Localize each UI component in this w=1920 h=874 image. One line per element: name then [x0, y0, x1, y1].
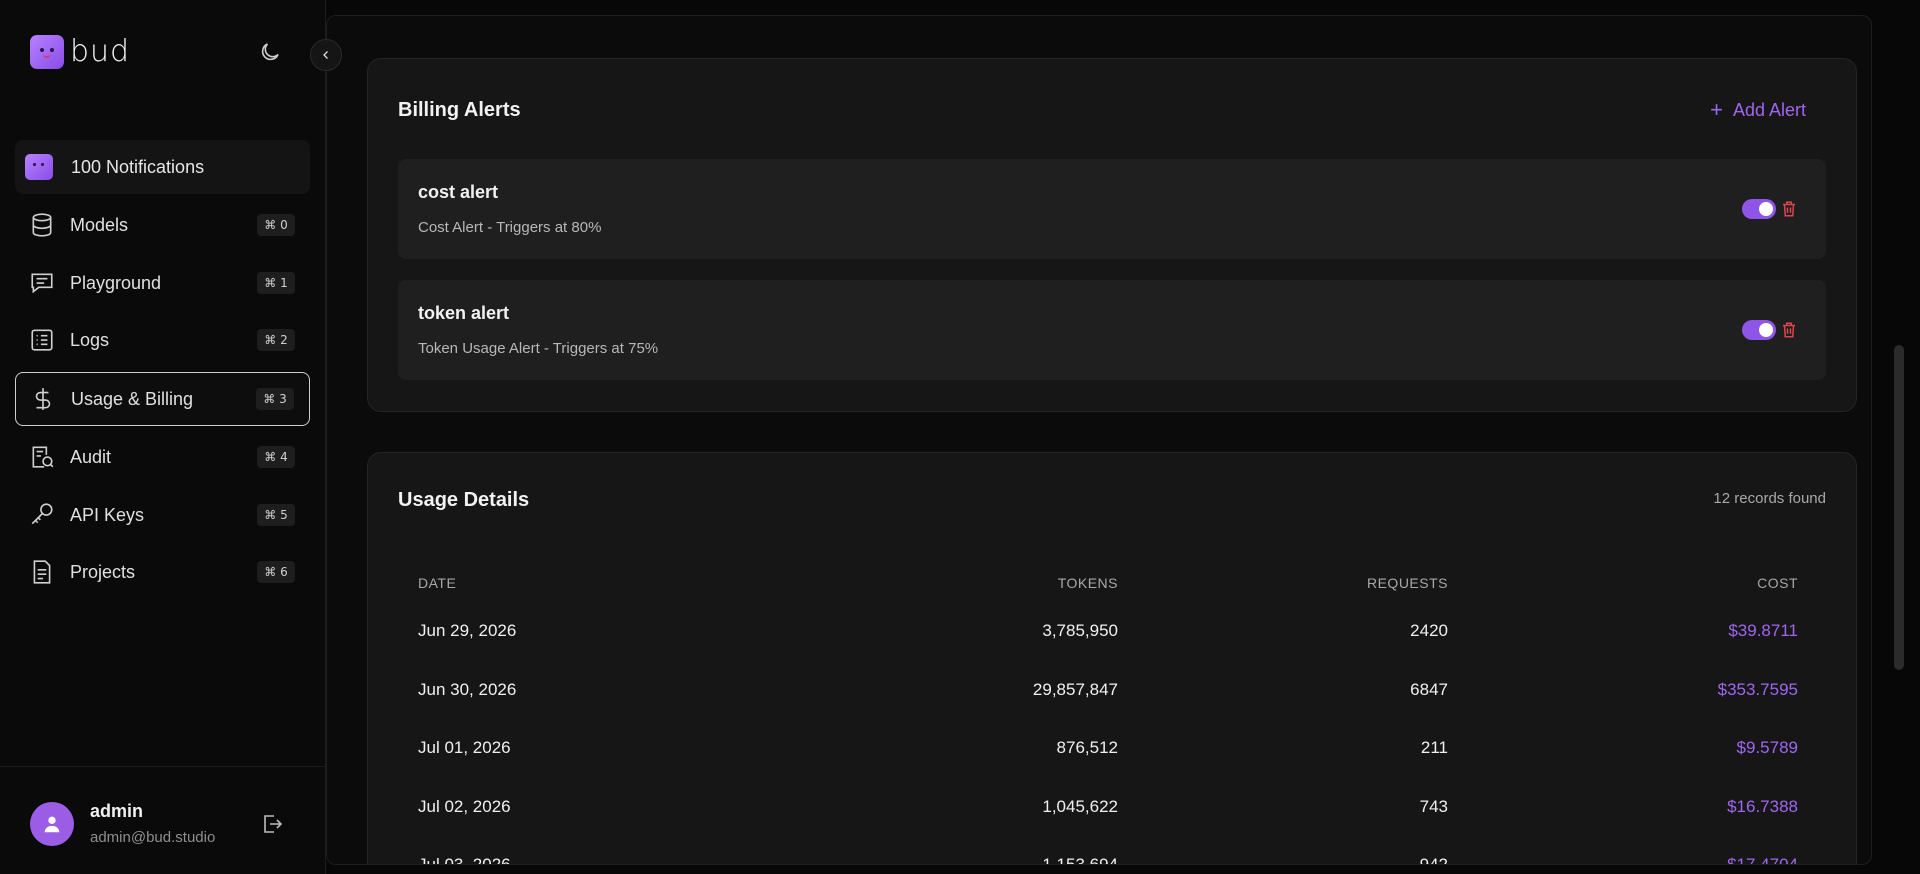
cell-cost: $39.8711	[1728, 621, 1798, 640]
user-name: admin	[90, 801, 144, 821]
key-icon	[28, 501, 56, 529]
sidebar-item-label: Audit	[70, 446, 112, 467]
alert-item: token alert Token Usage Alert - Triggers…	[398, 280, 1826, 380]
sidebar-item-usage-billing[interactable]: Usage & Billing ⌘ 3	[15, 372, 310, 426]
chat-icon	[28, 269, 56, 297]
sidebar-item-logs[interactable]: Logs ⌘ 2	[15, 313, 310, 367]
alert-name: token alert	[418, 303, 510, 323]
cell-date: Jul 01, 2026	[418, 738, 511, 757]
sidebar-item-projects[interactable]: Projects ⌘ 6	[15, 545, 310, 599]
notifications-button[interactable]: 100 Notifications	[15, 140, 310, 194]
sidebar-item-audit[interactable]: Audit ⌘ 4	[15, 430, 310, 484]
sidebar-item-api-keys[interactable]: API Keys ⌘ 5	[15, 488, 310, 542]
sidebar-item-models[interactable]: Models ⌘ 0	[15, 198, 310, 252]
sidebar-item-label: API Keys	[70, 504, 145, 525]
cell-tokens: 876,512	[1056, 738, 1118, 757]
cell-requests: 211	[1420, 738, 1448, 757]
brand[interactable]: bud	[30, 34, 130, 69]
notifications-label: 100 Notifications	[71, 156, 205, 177]
cell-date: Jun 30, 2026	[418, 680, 517, 699]
dollar-icon	[29, 385, 57, 413]
sidebar-item-playground[interactable]: Playground ⌘ 1	[15, 256, 310, 310]
shortcut-badge: ⌘ 6	[257, 561, 295, 583]
billing-alerts-card: Billing Alerts + Add Alert cost alert Co…	[367, 58, 1857, 412]
cell-tokens: 1,045,622	[1042, 797, 1118, 816]
shortcut-badge: ⌘ 3	[256, 388, 294, 410]
cell-date: Jul 03, 2026	[418, 855, 511, 865]
alert-toggle[interactable]	[1742, 199, 1776, 219]
trash-icon[interactable]	[1780, 199, 1798, 219]
shortcut-badge: ⌘ 4	[257, 446, 295, 468]
usage-details-card: Usage Details 12 records found DATE TOKE…	[367, 452, 1857, 865]
cell-requests: 942	[1419, 855, 1448, 865]
user-icon	[44, 816, 60, 833]
cell-cost: $16.7388	[1727, 797, 1798, 816]
add-alert-label: Add Alert	[1732, 99, 1806, 120]
main-content: Billing Alerts + Add Alert cost alert Co…	[326, 15, 1872, 865]
avatar[interactable]	[30, 802, 74, 846]
alert-description: Token Usage Alert - Triggers at 75%	[418, 340, 659, 357]
moon-icon[interactable]	[258, 40, 282, 64]
sidebar: bud 100 Notifications Models ⌘ 0 Playgro…	[0, 0, 326, 874]
trash-icon[interactable]	[1780, 320, 1798, 340]
cell-cost: $17.4704	[1727, 855, 1798, 865]
sidebar-item-label: Logs	[70, 329, 110, 350]
collapse-sidebar-button[interactable]	[310, 39, 342, 71]
column-header-date[interactable]: DATE	[418, 575, 456, 591]
column-header-tokens[interactable]: TOKENS	[968, 575, 1118, 591]
cell-requests: 2420	[1410, 621, 1448, 640]
bud-logo-icon	[30, 34, 64, 69]
billing-alerts-title: Billing Alerts	[398, 99, 521, 121]
shortcut-badge: ⌘ 1	[257, 272, 295, 294]
usage-details-title: Usage Details	[398, 489, 530, 511]
audit-icon	[28, 443, 56, 471]
plus-icon: +	[1710, 97, 1723, 122]
document-icon	[28, 558, 56, 586]
alert-toggle[interactable]	[1742, 320, 1776, 340]
alert-name: cost alert	[418, 182, 499, 202]
records-count: 12 records found	[1713, 490, 1826, 507]
sidebar-item-label: Playground	[70, 272, 162, 293]
shortcut-badge: ⌘ 0	[257, 214, 295, 236]
cell-tokens: 3,785,950	[1042, 621, 1118, 640]
shortcut-badge: ⌘ 5	[257, 504, 295, 526]
sidebar-item-label: Projects	[70, 561, 136, 582]
chevron-left-icon	[323, 51, 328, 59]
user-panel: admin admin@bud.studio	[0, 766, 326, 874]
column-header-cost[interactable]: COST	[1648, 575, 1798, 591]
cell-cost: $353.7595	[1717, 680, 1798, 699]
cell-tokens: 1,153,694	[1042, 855, 1118, 865]
cell-requests: 6847	[1410, 680, 1448, 699]
cell-tokens: 29,857,847	[1032, 680, 1118, 699]
scrollbar-thumb[interactable]	[1894, 345, 1904, 670]
shortcut-badge: ⌘ 2	[257, 329, 295, 351]
bud-avatar-icon	[25, 154, 53, 180]
brand-name: bud	[70, 34, 131, 69]
alert-item: cost alert Cost Alert - Triggers at 80%	[398, 159, 1826, 259]
cell-date: Jun 29, 2026	[418, 621, 517, 640]
cell-cost: $9.5789	[1736, 738, 1798, 757]
list-icon	[28, 326, 56, 354]
column-header-requests[interactable]: REQUESTS	[1298, 575, 1448, 591]
database-icon	[28, 211, 56, 239]
user-email: admin@bud.studio	[90, 829, 216, 846]
logout-icon[interactable]	[260, 812, 284, 836]
sidebar-item-label: Models	[70, 214, 129, 235]
sidebar-item-label: Usage & Billing	[71, 388, 194, 409]
alert-description: Cost Alert - Triggers at 80%	[418, 219, 602, 236]
add-alert-button[interactable]: + Add Alert	[1710, 97, 1806, 123]
cell-requests: 743	[1419, 797, 1448, 816]
cell-date: Jul 02, 2026	[418, 797, 511, 816]
